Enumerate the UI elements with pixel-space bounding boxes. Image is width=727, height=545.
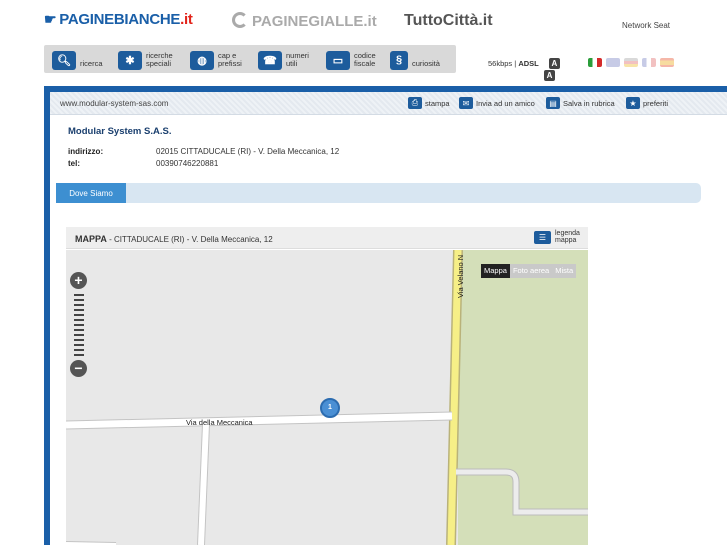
tab-bar [56, 183, 701, 203]
favorites-action[interactable]: ★ preferiti [626, 97, 668, 109]
toolbar-label: ricerca [80, 59, 103, 68]
globe-icon: ◍ [190, 50, 214, 70]
id-card-icon: ▭ [326, 50, 350, 70]
toolbar-label: numeri utili [286, 51, 309, 68]
legend-line1: legenda [555, 230, 580, 237]
font-size-large-wrap: A [544, 70, 555, 81]
flag-es-icon[interactable] [660, 58, 674, 67]
print-action[interactable]: ⎙ stampa [408, 97, 450, 109]
print-label: stampa [425, 98, 450, 108]
zoom-slider[interactable] [74, 294, 84, 356]
save-label: Salva in rubrica [563, 98, 615, 108]
font-size-small-button[interactable]: A [548, 58, 560, 69]
tuttocitta-logo[interactable]: TuttoCittà.it [404, 12, 493, 30]
paginegialle-logo[interactable]: PAGINEGIALLE.it [232, 12, 377, 30]
zoom-out-icon[interactable]: − [70, 360, 87, 377]
map-type-mappa[interactable]: Mappa [481, 264, 510, 278]
folder-icon: ▤ [546, 97, 560, 109]
flag-en-icon[interactable] [606, 58, 620, 67]
flag-fr-icon[interactable] [642, 58, 656, 67]
zoom-control: + − [70, 272, 88, 378]
street-label-meccanica: Via della Meccanica [186, 418, 253, 427]
connection-speed: 56kbps | ADSL A [488, 58, 560, 69]
street-label-velano: Via Velano N [456, 255, 465, 298]
info-icon: § [390, 50, 408, 70]
map-type-foto-aerea[interactable]: Foto aerea [509, 264, 553, 278]
company-name: Modular System S.A.S. [68, 126, 172, 137]
address-value: 02015 CITTADUCALE (RI) - V. Della Meccan… [156, 147, 340, 156]
font-size-large-button[interactable]: A [544, 70, 555, 81]
map-type-switcher: Mappa Foto aerea Mista [481, 264, 577, 278]
flag-it-icon[interactable] [588, 58, 602, 67]
toolbar-label: ricerche speciali [146, 51, 173, 68]
address-label: indirizzo: [68, 147, 104, 156]
toolbar-curiosita[interactable]: § curiosità [390, 50, 440, 70]
tel-value: 00390746220881 [156, 159, 219, 168]
map-title: MAPPA - CITTADUCALE (RI) - V. Della Mecc… [75, 234, 273, 244]
toolbar-label: codice fiscale [354, 51, 376, 68]
main-toolbar: 🔍︎ ricerca ✱ ricerche speciali ◍ cap e p… [44, 45, 456, 73]
tel-label: tel: [68, 159, 80, 168]
map-marker-icon[interactable]: 1 [320, 398, 340, 418]
map-title-label: MAPPA [75, 234, 107, 244]
envelope-icon: ✉ [459, 97, 473, 109]
toolbar-label: curiosità [412, 59, 440, 68]
star-icon: ★ [626, 97, 640, 109]
tab-dove-siamo[interactable]: Dove Siamo [56, 183, 126, 203]
toolbar-ricerche-speciali[interactable]: ✱ ricerche speciali [118, 50, 184, 70]
send-label: Invia ad un amico [476, 98, 535, 108]
hand-icon: ☛ [44, 11, 57, 27]
phone-icon: ☎ [258, 50, 282, 70]
save-contacts-action[interactable]: ▤ Salva in rubrica [546, 97, 615, 109]
adsl-link[interactable]: ADSL [518, 59, 538, 68]
g-icon [232, 12, 248, 28]
map-subtitle: CITTADUCALE (RI) - V. Della Meccanica, 1… [113, 235, 273, 244]
send-friend-action[interactable]: ✉ Invia ad un amico [459, 97, 535, 109]
paginebianche-logo[interactable]: ☛ PAGINEBIANCHE.it [44, 11, 193, 28]
toolbar-codice-fiscale[interactable]: ▭ codice fiscale [326, 50, 382, 70]
legend-text: legenda mappa [555, 230, 580, 244]
logo-pb-text: PAGINEBIANCHE [59, 11, 181, 28]
network-link[interactable]: Network Seat [622, 21, 670, 30]
map-type-mista[interactable]: Mista [552, 264, 577, 278]
list-icon: ☰ [534, 230, 551, 244]
favorites-label: preferiti [643, 98, 669, 108]
toolbar-cap-prefissi[interactable]: ◍ cap e prefissi [190, 50, 246, 70]
language-flags [588, 58, 674, 67]
flag-de-icon[interactable] [624, 58, 638, 67]
puzzle-icon: ✱ [118, 50, 142, 70]
speed-link[interactable]: 56kbps [488, 59, 512, 68]
legend-line2: mappa [555, 237, 577, 244]
company-url-link[interactable]: www.modular-system-sas.com [60, 99, 168, 108]
print-icon: ⎙ [408, 97, 422, 109]
toolbar-ricerca[interactable]: 🔍︎ ricerca [52, 50, 103, 70]
logo-pb-suffix: .it [180, 11, 193, 28]
map-legend-button[interactable]: ☰ legenda mappa [534, 230, 580, 244]
zoom-in-icon[interactable]: + [70, 272, 87, 289]
logo-pg-text: PAGINEGIALLE.it [252, 13, 377, 30]
toolbar-label: cap e prefissi [218, 51, 242, 68]
toolbar-numeri-utili[interactable]: ☎ numeri utili [258, 50, 314, 70]
search-icon: 🔍︎ [52, 50, 76, 70]
